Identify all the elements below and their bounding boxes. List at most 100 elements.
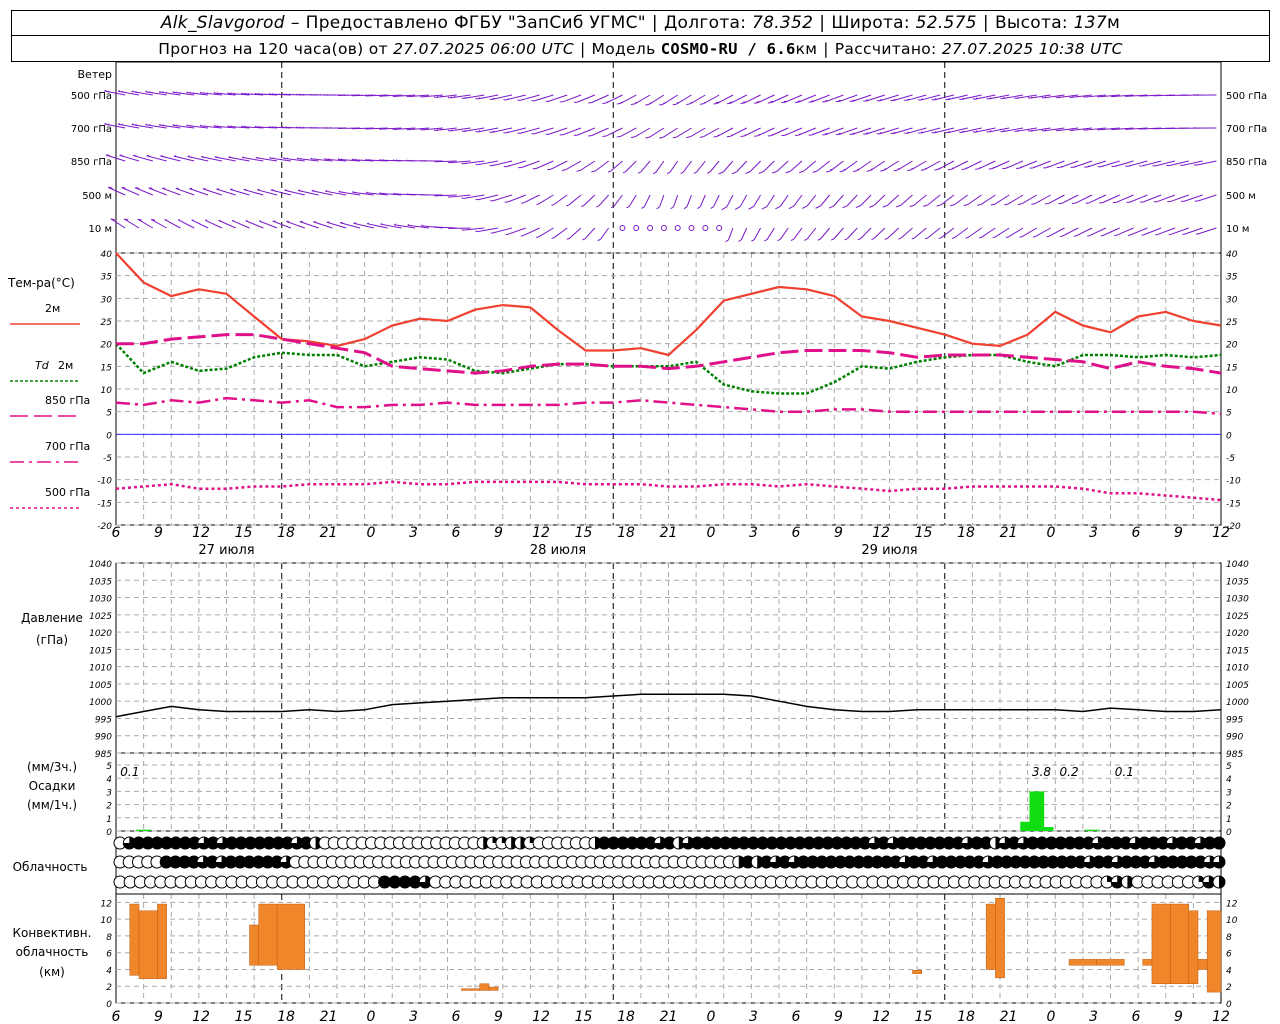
wind-barb-flag xyxy=(489,98,492,100)
wind-barb-staff xyxy=(595,160,609,172)
wind-barb-staff xyxy=(860,194,872,207)
wind-barb-flag xyxy=(591,170,596,173)
wind-barb xyxy=(844,227,858,241)
wind-barb-flag xyxy=(1141,94,1143,97)
wind-barb-flag xyxy=(254,92,257,95)
wind-barb-flag xyxy=(785,170,791,174)
wind-barb-staff xyxy=(124,218,140,229)
pres-y-tick-right: 1030 xyxy=(1226,595,1249,605)
wind-barb-flag xyxy=(866,169,872,172)
wind-barb-staff xyxy=(191,219,209,229)
x-tick-label: 12 xyxy=(192,1009,210,1024)
wind-barb-flag xyxy=(645,136,650,139)
wind-barb-flag xyxy=(337,158,340,160)
wind-barb-flag xyxy=(241,92,243,94)
wind-barb xyxy=(748,194,762,210)
wind-barb-flag xyxy=(216,92,219,94)
wind-barb-flag xyxy=(461,130,464,132)
wind-barb-staff xyxy=(940,227,955,239)
wind-barb-flag xyxy=(616,135,621,138)
wind-barb-flag xyxy=(561,169,566,171)
wind-level-label: 10 м xyxy=(89,224,112,235)
wind-barb-staff xyxy=(820,227,831,240)
wind-barb-flag xyxy=(817,238,821,241)
wind-barb-flag xyxy=(790,238,794,242)
wind-barb-flag xyxy=(925,237,928,240)
wind-barb-flag xyxy=(1138,128,1140,130)
conv-cloud-bar xyxy=(1151,903,1171,984)
wind-barb-flag xyxy=(738,239,742,242)
wind-barb-flag xyxy=(310,157,313,160)
wind-barb-flag xyxy=(978,236,982,239)
wind-barb-flag xyxy=(725,239,729,243)
wind-barb-flag xyxy=(172,91,175,93)
wind-barb-flag xyxy=(1082,95,1085,98)
wind-barb-flag xyxy=(962,97,965,100)
wind-barb-staff xyxy=(739,194,748,207)
wind-barb-flag xyxy=(1113,128,1116,130)
wind-barb-flag xyxy=(162,91,164,93)
temp-y-tick: -10 xyxy=(97,477,112,487)
wind-barb xyxy=(150,218,167,229)
wind-barb-staff xyxy=(686,194,692,208)
temp-y-tick: 30 xyxy=(101,295,113,305)
x-tick-label: 0 xyxy=(367,525,376,541)
wind-barb-flag xyxy=(582,238,586,241)
wind-barb-flag xyxy=(959,131,962,133)
wind-barb-flag xyxy=(596,205,600,208)
wind-barb-staff xyxy=(726,194,734,207)
wind-barb-flag xyxy=(551,237,555,239)
wind-barb xyxy=(758,160,775,174)
wind-barb-flag xyxy=(220,92,222,95)
wind-barb-flag xyxy=(748,206,754,210)
wind-barb-flag xyxy=(1044,202,1049,205)
wind-barb-flag xyxy=(426,95,429,97)
wind-barb-flag xyxy=(175,124,178,127)
wind-barb-flag xyxy=(972,131,975,133)
wind-barb-staff xyxy=(994,227,1010,238)
wind-barb-staff xyxy=(591,127,609,137)
wind-barb-flag xyxy=(409,95,411,97)
temp-y-tick: 0 xyxy=(106,431,112,441)
conv-cloud-bar xyxy=(1188,910,1199,984)
wind-barb-flag xyxy=(461,228,463,231)
prec-y-tick-right: 3 xyxy=(1226,788,1232,798)
wind-barb-staff xyxy=(846,194,858,207)
wind-barb-flag xyxy=(989,97,992,99)
wind-barb-flag xyxy=(228,156,231,158)
wind-barb-flag xyxy=(972,98,975,100)
pres-y-tick-right: 985 xyxy=(1226,750,1243,760)
wind-barb-staff xyxy=(1061,227,1079,237)
wind-barb-flag xyxy=(1082,128,1085,131)
x-tick-label: 6 xyxy=(792,1009,801,1024)
wind-barb xyxy=(992,227,1010,239)
wind-barb xyxy=(536,227,554,238)
wind-barb-flag xyxy=(175,91,178,94)
wind-barb-staff xyxy=(538,227,554,238)
wind-barb-flag xyxy=(247,92,250,95)
wind-barb xyxy=(1193,160,1217,166)
wind-barb xyxy=(817,227,831,241)
wind-barb-staff xyxy=(753,227,762,240)
wind-barb-flag xyxy=(201,155,204,158)
wind-barb-flag xyxy=(1086,95,1088,98)
wind-barb-flag xyxy=(461,197,464,199)
wind-barb-staff xyxy=(833,194,844,207)
x-tick-label: 6 xyxy=(112,1009,121,1024)
conv-cloud-bar xyxy=(258,903,278,966)
wind-barb-staff xyxy=(1034,227,1051,238)
wind-barb-flag xyxy=(1180,164,1183,166)
wind-barb-flag xyxy=(213,91,216,94)
wind-barb-flag xyxy=(412,128,415,130)
wind-barb-flag xyxy=(718,171,724,175)
wind-barb-flag xyxy=(986,97,989,100)
wind-barb-flag xyxy=(158,123,161,126)
wind-barb-flag xyxy=(447,96,450,99)
conv-y-tick: 10 xyxy=(101,916,113,926)
wind-barb-flag xyxy=(645,103,650,106)
wind-barb-flag xyxy=(296,157,299,159)
pres-y-tick: 985 xyxy=(95,750,112,760)
pres-y-tick: 1010 xyxy=(89,664,112,674)
wind-barb-flag xyxy=(882,204,888,208)
wind-calm-circle xyxy=(674,225,681,231)
